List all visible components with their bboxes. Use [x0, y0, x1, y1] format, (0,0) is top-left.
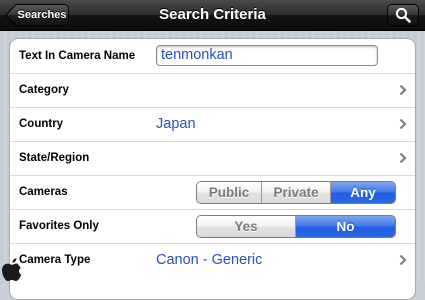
row-state-region[interactable]: State/Region [10, 141, 415, 176]
camera-name-input[interactable]: tenmonkan [156, 45, 378, 66]
row-favorites-only: Favorites Only Yes No [10, 209, 415, 244]
row-label: State/Region [19, 152, 90, 164]
row-cameras: Cameras Public Private Any [10, 175, 415, 210]
navigation-bar: Searches Search Criteria [0, 0, 425, 31]
row-text-in-camera-name: Text In Camera Name tenmonkan [10, 39, 415, 74]
chevron-right-icon [399, 118, 407, 130]
row-camera-type[interactable]: Camera Type Canon - Generic [10, 243, 415, 277]
segment-public[interactable]: Public [197, 182, 262, 203]
chevron-right-icon [399, 84, 407, 96]
chevron-right-icon [399, 152, 407, 164]
segment-any[interactable]: Any [331, 182, 395, 203]
row-label: Favorites Only [19, 220, 99, 232]
row-label: Cameras [19, 186, 68, 198]
row-country[interactable]: Country Japan [10, 107, 415, 142]
searches-back-button[interactable]: Searches [5, 4, 69, 26]
row-label: Category [19, 84, 69, 96]
chevron-right-icon [399, 254, 407, 266]
favorites-segmented-control: Yes No [196, 215, 396, 238]
apple-logo-icon [2, 258, 22, 281]
page-title: Search Criteria [159, 6, 266, 23]
search-criteria-table: Text In Camera Name tenmonkan Category C… [9, 38, 416, 300]
country-value: Japan [156, 116, 196, 132]
search-button[interactable] [387, 4, 419, 26]
back-button-label: Searches [17, 9, 67, 21]
segment-yes[interactable]: Yes [197, 216, 296, 237]
segment-private[interactable]: Private [262, 182, 331, 203]
camera-type-value: Canon - Generic [156, 252, 263, 268]
segment-no[interactable]: No [296, 216, 395, 237]
cameras-segmented-control: Public Private Any [196, 181, 396, 204]
row-category[interactable]: Category [10, 73, 415, 108]
row-label: Camera Type [19, 254, 91, 266]
row-label: Text In Camera Name [19, 50, 136, 62]
row-label: Country [19, 118, 64, 130]
magnifier-icon [395, 7, 411, 23]
